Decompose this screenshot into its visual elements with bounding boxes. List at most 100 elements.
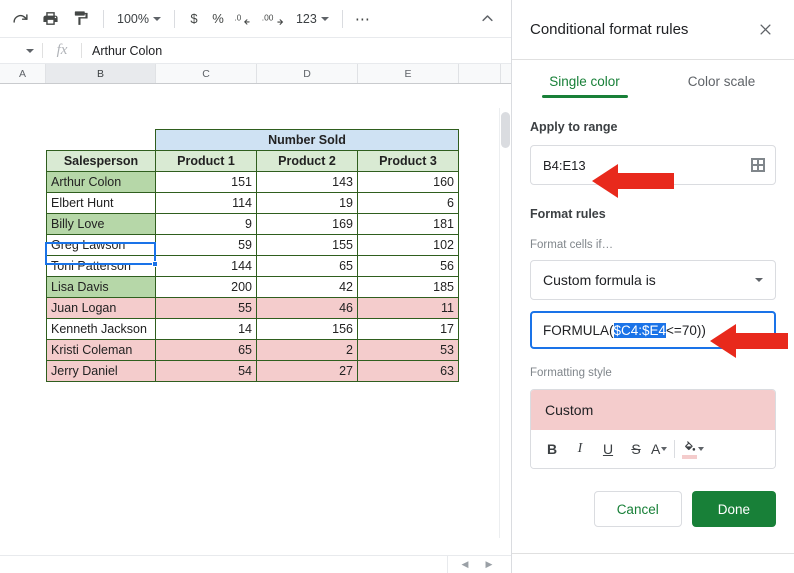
cell-salesperson[interactable]: Billy Love [47,214,156,235]
table-row: Toni Patterson1446556 [47,256,459,277]
cell-product-1[interactable]: 55 [156,298,257,319]
increase-decimal-icon[interactable]: .00 [260,6,288,32]
column-header-f[interactable] [459,64,501,83]
decrease-decimal-icon[interactable]: .0 [230,6,258,32]
cell-product-3[interactable]: 53 [358,340,459,361]
formula-input[interactable]: Arthur Colon [82,44,162,58]
cell-product-2[interactable]: 19 [257,193,358,214]
paint-format-icon[interactable] [66,6,94,32]
cell-salesperson[interactable]: Arthur Colon [47,172,156,193]
header-product-1[interactable]: Product 1 [156,151,257,172]
cell-product-1[interactable]: 9 [156,214,257,235]
header-product-2[interactable]: Product 2 [257,151,358,172]
cell-product-2[interactable]: 143 [257,172,358,193]
number-sold-banner[interactable]: Number Sold [156,130,459,151]
cell-product-3[interactable]: 102 [358,235,459,256]
select-range-grid-icon[interactable] [751,158,765,172]
cell-product-2[interactable]: 42 [257,277,358,298]
column-header-e[interactable]: E [358,64,459,83]
spreadsheet-pane: 100% $ % .0 .00 123 ⋯ [0,0,512,573]
panel-tabs: Single color Color scale [512,66,794,98]
text-color-button[interactable]: A [651,436,667,462]
svg-text:.00: .00 [262,12,274,22]
currency-format-button[interactable]: $ [182,6,206,32]
custom-formula-input[interactable]: FORMULA($C4:$E4<=70)) [530,311,776,349]
cell-product-1[interactable]: 144 [156,256,257,277]
tab-color-scale[interactable]: Color scale [653,66,790,98]
grid-body: Number Sold Salesperson Product 1 Produc… [0,84,511,551]
table-row: Arthur Colon151143160 [47,172,459,193]
redo-icon[interactable] [6,6,34,32]
cell-product-1[interactable]: 14 [156,319,257,340]
zoom-selector[interactable]: 100% [111,6,167,32]
table-row: Kristi Coleman65253 [47,340,459,361]
more-options-button[interactable]: ⋯ [350,6,376,32]
fill-color-swatch [682,455,697,459]
cell-product-3[interactable]: 17 [358,319,459,340]
underline-button[interactable]: U [595,436,621,462]
header-product-3[interactable]: Product 3 [358,151,459,172]
column-header-b[interactable]: B [46,64,156,83]
cell-product-2[interactable]: 27 [257,361,358,382]
cell-salesperson[interactable]: Toni Patterson [47,256,156,277]
fill-color-button[interactable] [682,436,704,462]
close-icon[interactable] [752,17,778,43]
scroll-right-arrow[interactable]: ▶ [482,559,496,570]
cell-product-2[interactable]: 65 [257,256,358,277]
cell-product-3[interactable]: 160 [358,172,459,193]
divider [447,556,448,573]
chevron-down-icon [153,17,161,21]
cell-product-3[interactable]: 185 [358,277,459,298]
cell-salesperson[interactable]: Juan Logan [47,298,156,319]
cell-product-3[interactable]: 6 [358,193,459,214]
style-preview[interactable]: Custom [531,390,775,430]
cell-product-3[interactable]: 56 [358,256,459,277]
column-header-d[interactable]: D [257,64,358,83]
header-salesperson[interactable]: Salesperson [47,151,156,172]
cell-product-1[interactable]: 114 [156,193,257,214]
cell-product-2[interactable]: 156 [257,319,358,340]
cell-salesperson[interactable]: Elbert Hunt [47,193,156,214]
apply-to-range-input[interactable]: B4:E13 [530,145,776,185]
cell-salesperson[interactable]: Lisa Davis [47,277,156,298]
print-icon[interactable] [36,6,64,32]
cell-salesperson[interactable]: Greg Lawson [47,235,156,256]
scroll-left-arrow[interactable]: ◀ [458,559,472,570]
cell-salesperson[interactable]: Kenneth Jackson [47,319,156,340]
italic-button[interactable]: I [567,436,593,462]
panel-actions: Cancel Done [530,491,776,527]
condition-type-select[interactable]: Custom formula is [530,260,776,300]
table-body: Number Sold Salesperson Product 1 Produc… [47,130,459,172]
empty-cell[interactable] [47,130,156,151]
cell-product-1[interactable]: 54 [156,361,257,382]
name-box-dropdown[interactable] [0,49,42,53]
strikethrough-button[interactable]: S [623,436,649,462]
column-header-c[interactable]: C [156,64,257,83]
panel-body: Apply to range B4:E13 Format rules Forma… [512,98,794,539]
vertical-scrollbar-thumb[interactable] [501,112,510,148]
cell-product-3[interactable]: 181 [358,214,459,235]
bold-button[interactable]: B [539,436,565,462]
cell-product-3[interactable]: 11 [358,298,459,319]
vertical-scrollbar[interactable] [499,108,510,538]
cell-salesperson[interactable]: Jerry Daniel [47,361,156,382]
cell-product-2[interactable]: 2 [257,340,358,361]
column-header-a[interactable]: A [0,64,46,83]
cancel-button[interactable]: Cancel [594,491,682,527]
scroll-up-arrow[interactable]: ▲ [497,546,510,551]
cell-product-1[interactable]: 65 [156,340,257,361]
cell-product-2[interactable]: 169 [257,214,358,235]
done-button[interactable]: Done [692,491,776,527]
cell-product-1[interactable]: 200 [156,277,257,298]
cell-product-3[interactable]: 63 [358,361,459,382]
fill-handle[interactable] [152,261,158,267]
cell-salesperson[interactable]: Kristi Coleman [47,340,156,361]
cell-product-2[interactable]: 46 [257,298,358,319]
collapse-toolbar-icon[interactable] [473,6,501,32]
cell-product-2[interactable]: 155 [257,235,358,256]
tab-single-color[interactable]: Single color [516,66,653,98]
cell-product-1[interactable]: 59 [156,235,257,256]
percent-format-button[interactable]: % [206,6,230,32]
number-format-selector[interactable]: 123 [290,6,335,32]
cell-product-1[interactable]: 151 [156,172,257,193]
